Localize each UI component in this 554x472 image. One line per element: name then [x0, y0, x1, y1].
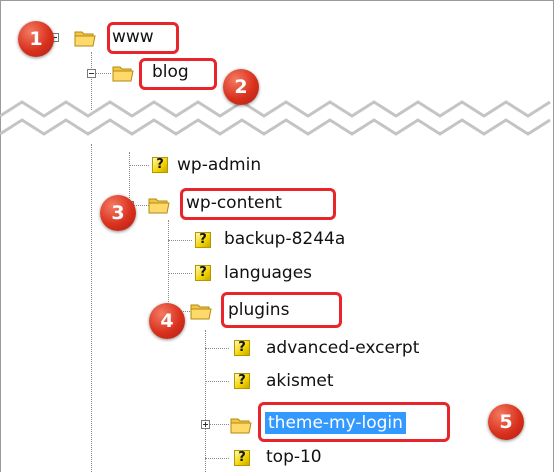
- collapse-blog-icon[interactable]: [87, 69, 96, 78]
- question-mark-icon: ?: [152, 157, 168, 173]
- folder-icon: [74, 28, 96, 48]
- tree-item-label: akismet: [266, 371, 334, 391]
- question-mark-icon: ?: [234, 450, 250, 466]
- tree-connector: [129, 165, 149, 166]
- question-mark-icon: ?: [195, 232, 211, 248]
- expand-theme-my-login-icon[interactable]: [201, 420, 210, 429]
- section-break-zigzag: [0, 100, 551, 136]
- tree-item-backup[interactable]: backup-8244a: [224, 228, 345, 250]
- tree-item-akismet[interactable]: akismet: [266, 370, 334, 392]
- tree-item-label: advanced-excerpt: [266, 338, 420, 358]
- step-badge-3: 3: [100, 195, 136, 231]
- tree-item-label: top-10: [266, 447, 322, 467]
- tree-connector: [205, 381, 229, 382]
- tree-item-label: languages: [224, 263, 313, 283]
- step-badge-5: 5: [488, 404, 524, 440]
- highlight-box-plugins: [221, 292, 342, 328]
- highlight-box-wp-content: [180, 188, 336, 220]
- tree-connector: [205, 348, 229, 349]
- tree-connector: [205, 458, 229, 459]
- tree-connector: [205, 330, 206, 472]
- tree-item-label: wp-admin: [177, 155, 262, 175]
- highlight-box-blog: [139, 58, 217, 90]
- tree-connector: [91, 144, 92, 472]
- folder-icon: [148, 195, 170, 215]
- tree-connector: [168, 240, 192, 241]
- step-badge-4: 4: [149, 303, 185, 339]
- tree-connector: [168, 273, 192, 274]
- question-mark-icon: ?: [195, 265, 211, 281]
- question-mark-icon: ?: [234, 373, 250, 389]
- tree-item-languages[interactable]: languages: [224, 262, 312, 284]
- step-badge-2: 2: [223, 69, 259, 105]
- folder-icon: [112, 63, 134, 83]
- question-mark-icon: ?: [234, 340, 250, 356]
- highlight-box-theme-my-login: [258, 402, 450, 442]
- tree-item-wp-admin[interactable]: wp-admin: [177, 154, 261, 176]
- folder-icon: [190, 301, 212, 321]
- tree-item-top-10[interactable]: top-10: [266, 446, 322, 468]
- tree-connector: [168, 220, 169, 312]
- tree-item-advanced-excerpt[interactable]: advanced-excerpt: [266, 337, 419, 359]
- folder-icon: [230, 415, 252, 435]
- step-badge-1: 1: [18, 21, 54, 57]
- tree-item-label: backup-8244a: [224, 229, 346, 249]
- highlight-box-www: [107, 22, 179, 54]
